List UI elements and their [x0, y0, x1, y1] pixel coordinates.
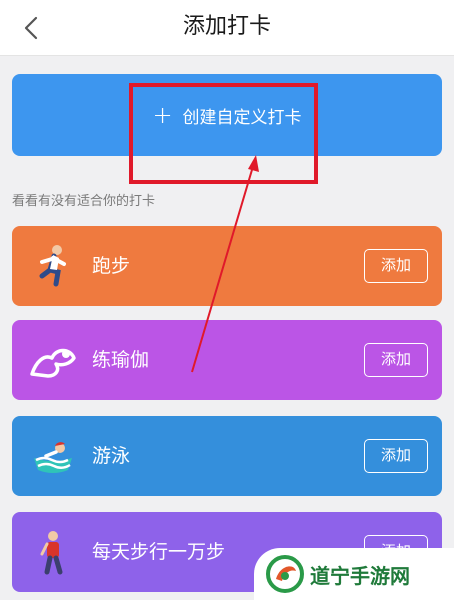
add-button-yoga[interactable]: 添加 [364, 343, 428, 377]
yoga-icon [26, 334, 80, 388]
watermark-logo-icon [266, 555, 304, 593]
section-label: 看看有没有适合你的打卡 [12, 194, 156, 209]
add-button-swimming[interactable]: 添加 [364, 439, 428, 473]
checkin-card-running: 跑步 添加 [12, 226, 442, 306]
checkin-card-yoga: 练瑜伽 添加 [12, 320, 442, 400]
checkin-card-swimming: 游泳 添加 [12, 416, 442, 496]
card-label: 游泳 [92, 445, 131, 467]
page-title: 添加打卡 [182, 14, 271, 39]
walking-person-icon [26, 526, 80, 580]
swimming-icon [26, 430, 80, 484]
card-label: 每天步行一万步 [92, 541, 226, 563]
card-label: 练瑜伽 [92, 349, 150, 371]
plus-icon: + [152, 101, 173, 129]
card-label: 跑步 [92, 255, 131, 277]
create-custom-checkin-button[interactable]: + 创建自定义打卡 [12, 74, 442, 156]
add-button-running[interactable]: 添加 [364, 249, 428, 283]
header-bar: 添加打卡 [0, 0, 454, 56]
watermark-text: 道宁手游网 [310, 563, 410, 588]
watermark: 道宁手游网 [254, 548, 454, 600]
create-custom-checkin-label: 创建自定义打卡 [182, 107, 302, 128]
running-person-icon [26, 240, 80, 294]
